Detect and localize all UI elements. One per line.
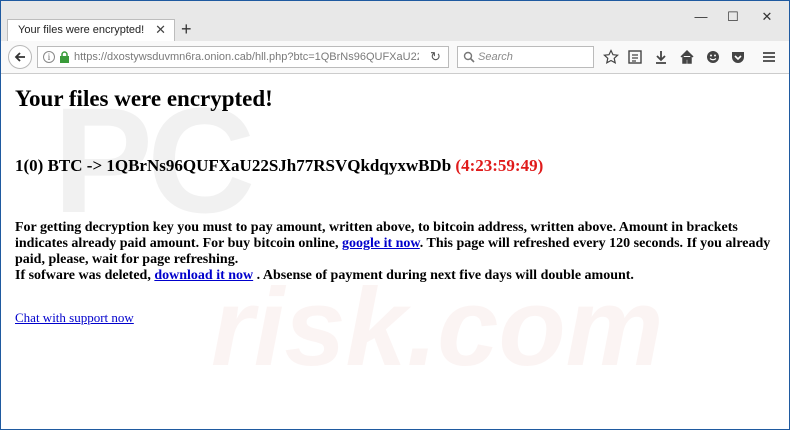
instructions-paragraph: For getting decryption key you must to p… [15, 220, 777, 284]
download-it-now-link[interactable]: download it now [154, 268, 253, 283]
tab-title: Your files were encrypted! [18, 24, 145, 36]
reload-icon[interactable]: ↻ [430, 49, 441, 65]
maximize-button[interactable]: ☐ [723, 9, 743, 25]
pocket-icon[interactable] [730, 49, 746, 65]
bitcoin-address-line: 1(0) BTC -> 1QBrNs96QUFXaU22SJh77RSVQkdq… [15, 156, 543, 176]
google-it-now-link[interactable]: google it now [342, 236, 420, 251]
search-icon [463, 51, 475, 63]
feedback-smiley-icon[interactable] [705, 49, 721, 65]
navigation-bar: i https://dxostywsduvmn6ra.onion.cab/hll… [1, 41, 789, 74]
new-tab-button[interactable]: + [181, 19, 192, 39]
close-window-button[interactable]: ✕ [757, 9, 777, 25]
back-button[interactable] [8, 45, 32, 69]
reading-list-icon[interactable] [627, 49, 643, 65]
info-icon[interactable]: i [43, 51, 55, 63]
tab-active[interactable]: Your files were encrypted! ✕ [7, 19, 175, 41]
tab-close-icon[interactable]: ✕ [155, 22, 166, 38]
page-content: PC risk.com Your files were encrypted! 1… [1, 74, 789, 429]
instructions-text-3: If sofware was deleted, [15, 268, 151, 283]
search-placeholder: Search [478, 51, 513, 63]
countdown-timer: (4:23:59:49) [455, 156, 544, 175]
url-bar[interactable]: i https://dxostywsduvmn6ra.onion.cab/hll… [37, 46, 449, 68]
support-chat: Chat with support now [15, 310, 134, 326]
browser-window: Your files were encrypted! ✕ + — ☐ ✕ i h… [0, 0, 790, 430]
bookmark-star-icon[interactable] [603, 49, 619, 65]
title-bar: Your files were encrypted! ✕ + — ☐ ✕ [1, 1, 789, 41]
page-title: Your files were encrypted! [15, 86, 273, 111]
back-arrow-icon [14, 52, 25, 62]
instructions-text-4: . Absense of payment during next five da… [256, 268, 634, 283]
search-bar[interactable]: Search [457, 46, 594, 68]
home-icon[interactable] [679, 49, 695, 65]
download-icon[interactable] [653, 49, 669, 65]
lock-icon [60, 51, 69, 63]
url-text: https://dxostywsduvmn6ra.onion.cab/hll.p… [74, 51, 419, 63]
chat-support-link[interactable]: Chat with support now [15, 310, 134, 325]
bitcoin-amount-address: 1(0) BTC -> 1QBrNs96QUFXaU22SJh77RSVQkdq… [15, 156, 452, 175]
menu-icon[interactable] [761, 49, 777, 65]
minimize-button[interactable]: — [691, 9, 711, 24]
